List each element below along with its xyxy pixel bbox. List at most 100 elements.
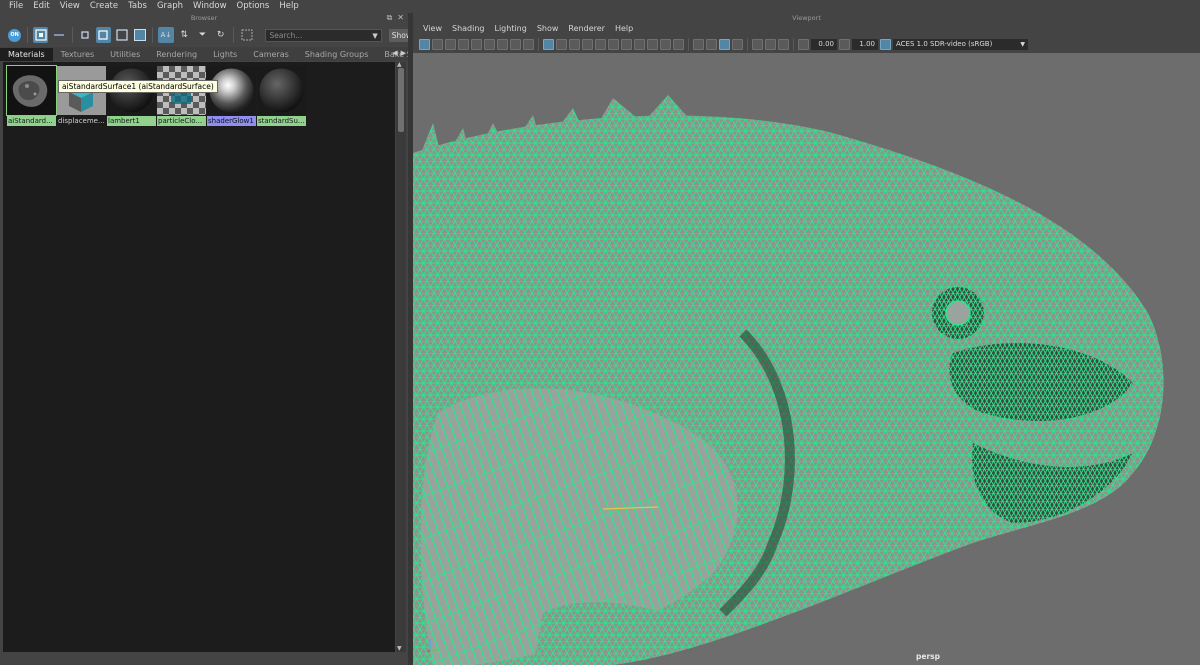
- tab-rendering[interactable]: Rendering: [148, 48, 205, 61]
- search-dropdown-icon[interactable]: ▼: [372, 30, 377, 42]
- tab-lights[interactable]: Lights: [205, 48, 245, 61]
- camera-name-label: persp: [916, 652, 940, 661]
- small-swatch-icon: [81, 31, 89, 39]
- vp-menu-view[interactable]: View: [418, 23, 447, 35]
- film-gate-icon[interactable]: [510, 38, 521, 50]
- textured-icon[interactable]: [595, 38, 606, 50]
- sphere-swatch-icon: [257, 66, 306, 115]
- toolbar-separator: [71, 27, 73, 43]
- menu-help[interactable]: Help: [274, 0, 303, 13]
- sort-az-button[interactable]: A↓: [158, 27, 174, 43]
- camera-attributes-icon[interactable]: [432, 38, 443, 50]
- shadows-icon[interactable]: [621, 38, 632, 50]
- tab-shading-groups[interactable]: Shading Groups: [297, 48, 377, 61]
- xlarge-icons-button[interactable]: [132, 27, 147, 43]
- wireframe-icon[interactable]: [543, 38, 554, 50]
- menu-window[interactable]: Window: [188, 0, 232, 13]
- float-panel-icon[interactable]: ⧉: [387, 13, 393, 23]
- swatch-shaderglow1[interactable]: shaderGlow1: [207, 66, 256, 128]
- close-panel-icon[interactable]: ✕: [397, 13, 404, 23]
- select-camera-icon[interactable]: [419, 38, 430, 50]
- bookmarks-icon[interactable]: [445, 38, 456, 50]
- view-icons-button[interactable]: [33, 27, 49, 43]
- scrollbar-thumb[interactable]: [398, 68, 404, 132]
- use-all-lights-icon[interactable]: [608, 38, 619, 50]
- field-chart-icon[interactable]: [765, 38, 776, 50]
- sort-type-button[interactable]: ⇅: [177, 27, 192, 43]
- main-menu-bar: File Edit View Create Tabs Graph Window …: [0, 0, 1200, 13]
- xray-icon[interactable]: [706, 38, 717, 50]
- swatch-standardsurface[interactable]: standardSu...: [257, 66, 306, 128]
- default-material-icon[interactable]: [569, 38, 580, 50]
- view-list-button[interactable]: [51, 27, 66, 43]
- sort-time-button[interactable]: ⏷: [195, 27, 210, 43]
- toggle-swatches-button[interactable]: ON: [7, 27, 22, 43]
- exposure-icon[interactable]: [798, 38, 809, 50]
- vp-menu-renderer[interactable]: Renderer: [563, 23, 610, 35]
- menu-view[interactable]: View: [55, 0, 85, 13]
- toolbar-separator: [688, 37, 689, 51]
- viewport-menu-bar: View Shading Lighting Show Renderer Help: [413, 23, 1200, 35]
- tab-scroll-left-icon[interactable]: ◀: [392, 47, 397, 60]
- color-management-icon[interactable]: [880, 38, 891, 50]
- swatch-displacement[interactable]: displaceme...: [57, 66, 106, 128]
- view-transform-select[interactable]: ACES 1.0 SDR-video (sRGB) ▼: [893, 38, 1028, 50]
- tab-scroll-right-icon[interactable]: ▶: [401, 47, 406, 60]
- toolbar-separator: [233, 27, 235, 43]
- menu-file[interactable]: File: [4, 0, 28, 13]
- menu-edit[interactable]: Edit: [28, 0, 54, 13]
- medium-swatch-icon: [98, 30, 108, 40]
- select-button[interactable]: [239, 27, 254, 43]
- grease-pencil-icon[interactable]: [484, 38, 495, 50]
- depth-of-field-icon[interactable]: [673, 38, 684, 50]
- ambient-occlusion-icon[interactable]: [634, 38, 645, 50]
- sort-type-icon: ⇅: [180, 30, 188, 40]
- marquee-icon: [241, 29, 253, 41]
- viewport-title: Viewport: [413, 13, 1200, 23]
- menu-graph[interactable]: Graph: [152, 0, 188, 13]
- swatch-scrollbar[interactable]: ▲ ▼: [396, 61, 406, 652]
- motion-blur-icon[interactable]: [647, 38, 658, 50]
- swatch-aistandardsurface1[interactable]: aiStandard...: [6, 65, 57, 128]
- gamma-icon[interactable]: [839, 38, 850, 50]
- rock-swatch-icon: [6, 65, 57, 116]
- xray-components-icon[interactable]: [732, 38, 743, 50]
- tab-utilities[interactable]: Utilities: [102, 48, 148, 61]
- xray-joints-icon[interactable]: [719, 38, 730, 50]
- menu-create[interactable]: Create: [85, 0, 123, 13]
- vp-menu-help[interactable]: Help: [610, 23, 638, 35]
- wireframe-on-shaded-icon[interactable]: [582, 38, 593, 50]
- isolate-select-icon[interactable]: [693, 38, 704, 50]
- safe-action-icon[interactable]: [778, 38, 789, 50]
- gate-mask-icon[interactable]: [752, 38, 763, 50]
- large-swatch-icon: [116, 29, 128, 41]
- viewport-canvas[interactable]: persp: [413, 53, 1200, 665]
- search-input[interactable]: Search... ▼: [265, 28, 382, 42]
- swatch-particlecloud[interactable]: particleClo...: [157, 66, 206, 128]
- large-icons-button[interactable]: [114, 27, 129, 43]
- vp-menu-show[interactable]: Show: [532, 23, 564, 35]
- tab-textures[interactable]: Textures: [53, 48, 102, 61]
- vp-menu-lighting[interactable]: Lighting: [489, 23, 531, 35]
- menu-tabs[interactable]: Tabs: [123, 0, 152, 13]
- medium-icons-button[interactable]: [95, 27, 111, 43]
- small-icons-button[interactable]: [78, 27, 93, 43]
- gamma-field[interactable]: 1.00: [852, 38, 878, 50]
- smooth-shade-icon[interactable]: [556, 38, 567, 50]
- 2d-pan-zoom-icon[interactable]: [471, 38, 482, 50]
- resolution-gate-icon[interactable]: [523, 38, 534, 50]
- exposure-field[interactable]: 0.00: [811, 38, 837, 50]
- tab-cameras[interactable]: Cameras: [245, 48, 297, 61]
- anti-aliasing-icon[interactable]: [660, 38, 671, 50]
- grid-icon[interactable]: [497, 38, 508, 50]
- menu-options[interactable]: Options: [232, 0, 275, 13]
- sort-az-icon: A↓: [160, 31, 172, 39]
- scroll-down-icon[interactable]: ▼: [397, 645, 402, 652]
- image-plane-icon[interactable]: [458, 38, 469, 50]
- show-button[interactable]: Show: [388, 28, 409, 42]
- tab-materials[interactable]: Materials: [0, 48, 53, 61]
- vp-menu-shading[interactable]: Shading: [447, 23, 490, 35]
- scroll-up-icon[interactable]: ▲: [397, 61, 402, 68]
- refresh-button[interactable]: ↻: [213, 27, 228, 43]
- swatch-lambert1[interactable]: lambert1: [107, 66, 156, 128]
